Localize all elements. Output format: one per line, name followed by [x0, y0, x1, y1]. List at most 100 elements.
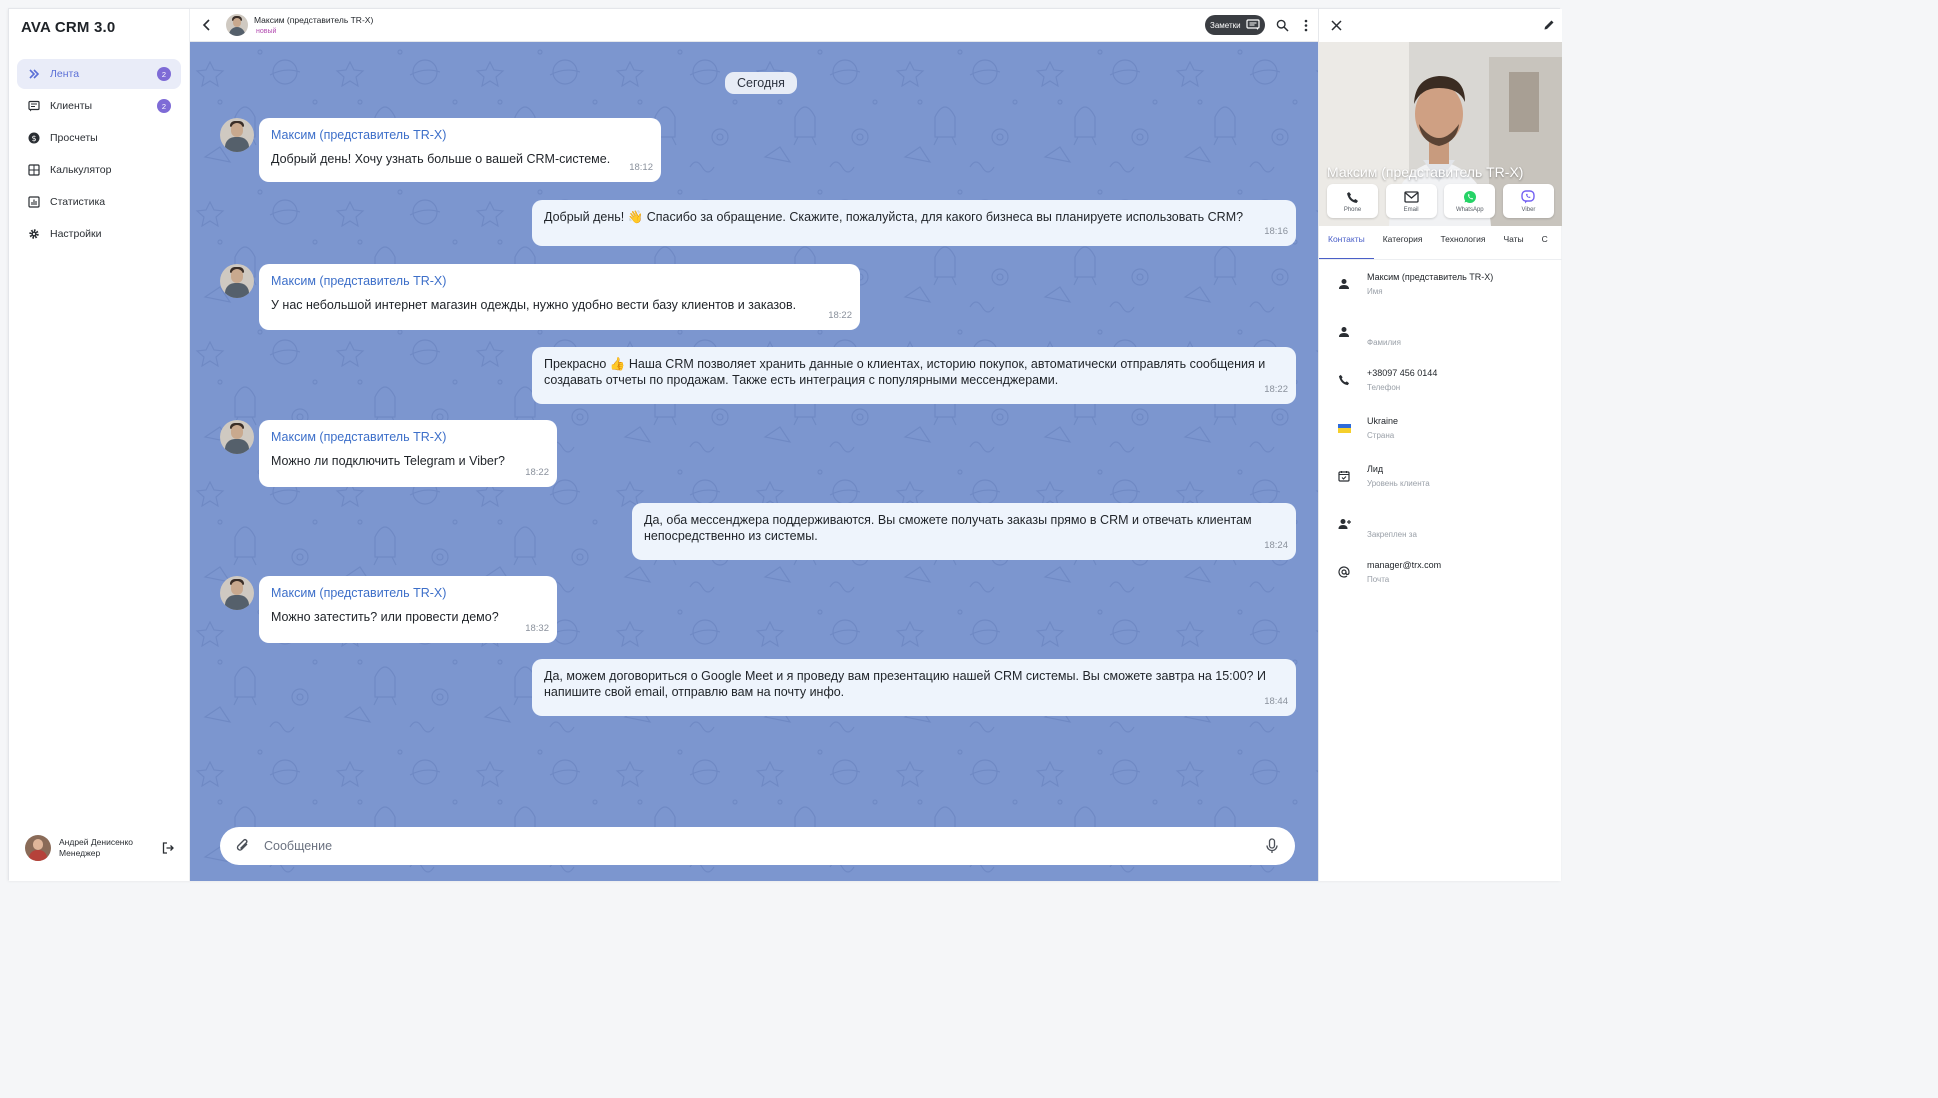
message-outgoing[interactable]: Прекрасно 👍 Наша CRM позволяет хранить д…: [532, 347, 1296, 404]
message-incoming[interactable]: Максим (представитель TR-X) Добрый день!…: [259, 118, 661, 182]
edit-icon[interactable]: [1542, 18, 1556, 32]
close-icon[interactable]: [1329, 18, 1343, 32]
chart-icon: [27, 195, 41, 209]
message-text: Добрый день! Хочу узнать больше о вашей …: [271, 152, 611, 166]
back-arrow-icon[interactable]: [200, 18, 214, 32]
avatar[interactable]: [226, 14, 248, 36]
action-label: Viber: [1521, 207, 1536, 213]
field-first-name[interactable]: Максим (представитель TR-X) Имя: [1319, 262, 1562, 310]
ukraine-flag-icon: [1337, 421, 1351, 435]
dollar-icon: $: [27, 131, 41, 145]
field-phone[interactable]: +38097 456 0144 Телефон: [1319, 358, 1562, 406]
chat-contact-name: Максим (представитель TR-X): [254, 15, 374, 25]
email-action-button[interactable]: Email: [1385, 184, 1437, 218]
sidebar-item-settings[interactable]: Настройки: [17, 219, 181, 249]
notes-button[interactable]: Заметки: [1205, 15, 1265, 35]
sidebar-item-calculator[interactable]: Калькулятор: [17, 155, 181, 185]
field-email[interactable]: manager@trx.com Почта: [1319, 550, 1562, 598]
message-time: 18:22: [1264, 384, 1288, 395]
contact-name: Максим (представитель TR-X): [1327, 164, 1524, 180]
phone-icon: [1345, 189, 1361, 205]
avatar[interactable]: [220, 118, 254, 152]
attach-icon[interactable]: [234, 837, 252, 855]
message-sender: Максим (представитель TR-X): [271, 430, 447, 444]
panel-tabs: Контакты Категория Технология Чаты С: [1319, 226, 1562, 260]
message-incoming[interactable]: Максим (представитель TR-X) Можно ли под…: [259, 420, 557, 487]
tab-chats[interactable]: Чаты: [1494, 226, 1532, 259]
action-label: WhatsApp: [1455, 207, 1484, 213]
message-time: 18:22: [828, 310, 852, 321]
sidebar-badge: 2: [157, 99, 171, 113]
action-label: Email: [1403, 207, 1419, 213]
field-client-level[interactable]: Лид Уровень клиента: [1319, 454, 1562, 502]
email-icon: [1403, 189, 1419, 205]
sidebar: AVA CRM 3.0 Лента 2 Клиенты 2 $ Просчеты…: [9, 9, 190, 881]
sidebar-item-label: Просчеты: [50, 132, 98, 144]
sidebar-item-clients[interactable]: Клиенты 2: [17, 91, 181, 121]
tab-contacts[interactable]: Контакты: [1319, 226, 1374, 259]
tab-category[interactable]: Категория: [1374, 226, 1432, 259]
message-outgoing[interactable]: Добрый день! 👋 Спасибо за обращение. Ска…: [532, 200, 1296, 246]
contact-photo: Максим (представитель TR-X) Phone Email: [1319, 42, 1562, 226]
svg-text:$: $: [31, 134, 36, 143]
message-sender: Максим (представитель TR-X): [271, 128, 447, 142]
microphone-icon[interactable]: [1263, 837, 1281, 855]
viber-action-button[interactable]: Viber: [1502, 184, 1554, 218]
date-separator: Сегодня: [725, 72, 797, 94]
chat-messages[interactable]: Сегодня Максим (представитель TR-X) Добр…: [190, 42, 1318, 881]
sidebar-item-statistics[interactable]: Статистика: [17, 187, 181, 217]
more-vertical-icon[interactable]: [1299, 18, 1313, 32]
double-chevron-icon: [27, 67, 41, 81]
search-icon[interactable]: [1275, 18, 1289, 32]
message-time: 18:32: [525, 623, 549, 634]
panel-header: [1319, 9, 1562, 42]
message-outgoing[interactable]: Да, можем договориться о Google Meet и я…: [532, 659, 1296, 716]
field-label: Имя: [1367, 287, 1383, 296]
message-input[interactable]: [264, 839, 1263, 853]
field-label: Почта: [1367, 575, 1390, 584]
notes-label: Заметки: [1210, 20, 1241, 30]
field-country[interactable]: Ukraine Страна: [1319, 406, 1562, 454]
message-text: Можно затестить? или провести демо?: [271, 610, 499, 624]
message-incoming[interactable]: Максим (представитель TR-X) У нас неболь…: [259, 264, 860, 330]
field-label: Уровень клиента: [1367, 479, 1430, 488]
contact-panel: Максим (представитель TR-X) Phone Email: [1318, 9, 1562, 881]
field-assigned-to[interactable]: Закреплен за: [1319, 502, 1562, 550]
phone-action-button[interactable]: Phone: [1327, 184, 1378, 218]
calendar-check-icon: [1337, 469, 1351, 483]
avatar[interactable]: [220, 264, 254, 298]
status-badge: новый: [256, 28, 277, 35]
message-incoming[interactable]: Максим (представитель TR-X) Можно затест…: [259, 576, 557, 643]
message-text: Прекрасно 👍 Наша CRM позволяет хранить д…: [544, 357, 1266, 387]
sidebar-item-feed[interactable]: Лента 2: [17, 59, 181, 89]
message-sender: Максим (представитель TR-X): [271, 586, 447, 600]
avatar[interactable]: [220, 420, 254, 454]
field-last-name[interactable]: Фамилия: [1319, 310, 1562, 358]
message-text: У нас небольшой интернет магазин одежды,…: [271, 298, 797, 312]
calculator-icon: [27, 163, 41, 177]
at-icon: [1337, 565, 1351, 579]
logout-icon[interactable]: [161, 841, 175, 855]
tab-technology[interactable]: Технология: [1431, 226, 1494, 259]
chat-header: Максим (представитель TR-X) новый Заметк…: [190, 9, 1318, 42]
chat-area: Максим (представитель TR-X) новый Заметк…: [190, 9, 1318, 881]
sidebar-item-estimates[interactable]: $ Просчеты: [17, 123, 181, 153]
avatar[interactable]: [25, 835, 51, 861]
current-user: Андрей Денисенко Менеджер: [25, 835, 175, 861]
message-time: 18:12: [629, 162, 653, 173]
message-outgoing[interactable]: Да, оба мессенджера поддерживаются. Вы с…: [632, 503, 1296, 560]
sidebar-nav: Лента 2 Клиенты 2 $ Просчеты Калькулятор…: [17, 59, 181, 251]
tab-more[interactable]: С: [1533, 226, 1557, 259]
field-value: manager@trx.com: [1367, 560, 1442, 570]
field-label: Страна: [1367, 431, 1395, 440]
sidebar-item-label: Настройки: [50, 228, 102, 240]
field-value: Ukraine: [1367, 416, 1399, 426]
message-text: Да, оба мессенджера поддерживаются. Вы с…: [644, 513, 1252, 543]
message-sender: Максим (представитель TR-X): [271, 274, 447, 288]
whatsapp-action-button[interactable]: WhatsApp: [1444, 184, 1496, 218]
person-add-icon: [1337, 517, 1351, 531]
avatar[interactable]: [220, 576, 254, 610]
gear-icon: [27, 227, 41, 241]
message-time: 18:22: [525, 467, 549, 478]
sidebar-badge: 2: [157, 67, 171, 81]
